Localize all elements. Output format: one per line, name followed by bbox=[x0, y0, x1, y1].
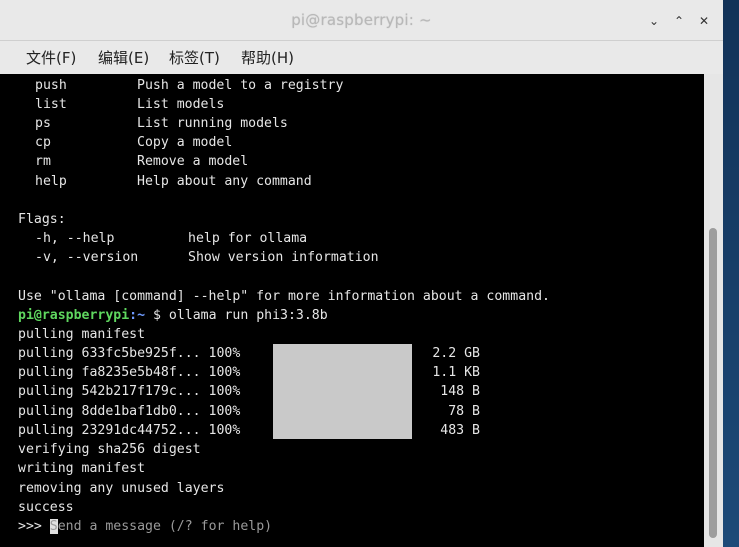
command-name: ps bbox=[35, 116, 51, 131]
menu-file[interactable]: 文件(F) bbox=[26, 47, 76, 68]
command-desc: Help about any command bbox=[137, 174, 312, 189]
chat-prompt-symbol: >>> bbox=[18, 519, 50, 534]
pull-progress-bars bbox=[273, 344, 412, 439]
pull-row: pulling 542b217f179c... 100% bbox=[18, 384, 241, 399]
help-command-row: push Push a model to a registry bbox=[18, 76, 343, 95]
pull-row: pulling 23291dc44752... 100% bbox=[18, 423, 241, 438]
flag-desc: help for ollama bbox=[188, 231, 308, 246]
window-title-path: ~ bbox=[414, 11, 432, 29]
text-cursor: S bbox=[49, 519, 58, 534]
chat-placeholder: end a message (/? for help) bbox=[57, 519, 273, 534]
command-desc: Push a model to a registry bbox=[137, 78, 344, 93]
help-command-row: rm Remove a model bbox=[18, 152, 248, 171]
close-button[interactable]: ✕ bbox=[695, 12, 713, 30]
command-desc: Remove a model bbox=[137, 154, 249, 169]
menu-help[interactable]: 帮助(H) bbox=[241, 47, 294, 68]
close-icon: ✕ bbox=[698, 14, 710, 28]
flag-name: -h, --help bbox=[35, 231, 115, 246]
status-line: success bbox=[18, 500, 74, 515]
help-command-row: list List models bbox=[18, 95, 224, 114]
help-command-row: help Help about any command bbox=[18, 172, 312, 191]
terminal-output[interactable]: push Push a model to a registry list List … bbox=[0, 74, 704, 547]
flag-name: -v, --version bbox=[35, 250, 139, 265]
pull-row: pulling 633fc5be925f... 100% bbox=[18, 346, 241, 361]
command-name: cp bbox=[35, 135, 51, 150]
chevron-down-icon: ⌄ bbox=[648, 14, 660, 28]
help-command-row: ps List running models bbox=[18, 114, 288, 133]
flag-row: -h, --help help for ollama bbox=[18, 229, 307, 248]
chevron-up-icon: ⌃ bbox=[673, 14, 685, 28]
menu-edit[interactable]: 编辑(E) bbox=[98, 47, 149, 68]
window-title-user: pi@raspberrypi: bbox=[291, 11, 415, 29]
pull-size: 78 B bbox=[448, 404, 480, 419]
help-command-row: cp Copy a model bbox=[18, 133, 232, 152]
menu-tabs[interactable]: 标签(T) bbox=[169, 47, 220, 68]
scrollbar-thumb[interactable] bbox=[709, 228, 717, 538]
status-line: removing any unused layers bbox=[18, 481, 225, 496]
window-title: pi@raspberrypi: ~ bbox=[0, 11, 723, 29]
flag-desc: Show version information bbox=[188, 250, 379, 265]
pull-size: 2.2 GB bbox=[432, 346, 480, 361]
desktop-background bbox=[723, 0, 739, 547]
terminal-window: pi@raspberrypi: ~ ⌄ ⌃ ✕ 文件(F) 编辑(E) 标签(T… bbox=[0, 0, 723, 547]
flag-row: -v, --version Show version information bbox=[18, 248, 379, 267]
prompt-user: pi@raspberrypi bbox=[18, 308, 130, 323]
command-name: rm bbox=[35, 154, 51, 169]
status-line: writing manifest bbox=[18, 461, 146, 476]
prompt-path: :~ bbox=[129, 308, 146, 323]
shell-prompt-line: pi@raspberrypi:~ $ ollama run phi3:3.8b bbox=[18, 306, 328, 325]
maximize-button[interactable]: ⌃ bbox=[670, 12, 688, 30]
usage-hint: Use "ollama [command] --help" for more i… bbox=[18, 289, 550, 304]
command-desc: Copy a model bbox=[137, 135, 233, 150]
chat-input-line[interactable]: >>> Send a message (/? for help) bbox=[18, 517, 272, 536]
menu-bar: 文件(F) 编辑(E) 标签(T) 帮助(H) bbox=[0, 41, 723, 74]
command-name: help bbox=[35, 174, 67, 189]
pull-size: 483 B bbox=[440, 423, 480, 438]
shell-command: ollama run phi3:3.8b bbox=[168, 308, 328, 323]
command-name: push bbox=[35, 78, 67, 93]
command-desc: List models bbox=[137, 97, 225, 112]
pull-row: pulling fa8235e5b48f... 100% bbox=[18, 365, 241, 380]
title-bar[interactable]: pi@raspberrypi: ~ ⌄ ⌃ ✕ bbox=[0, 0, 723, 41]
vertical-scrollbar[interactable] bbox=[704, 74, 723, 547]
status-line: pulling manifest bbox=[18, 327, 146, 342]
status-line: verifying sha256 digest bbox=[18, 442, 201, 457]
prompt-symbol: $ bbox=[145, 308, 169, 323]
pull-size: 1.1 KB bbox=[432, 365, 480, 380]
pull-row: pulling 8dde1baf1db0... 100% bbox=[18, 404, 241, 419]
flags-header: Flags: bbox=[18, 212, 66, 227]
pull-size: 148 B bbox=[440, 384, 480, 399]
command-name: list bbox=[35, 97, 67, 112]
command-desc: List running models bbox=[137, 116, 288, 131]
minimize-button[interactable]: ⌄ bbox=[645, 12, 663, 30]
